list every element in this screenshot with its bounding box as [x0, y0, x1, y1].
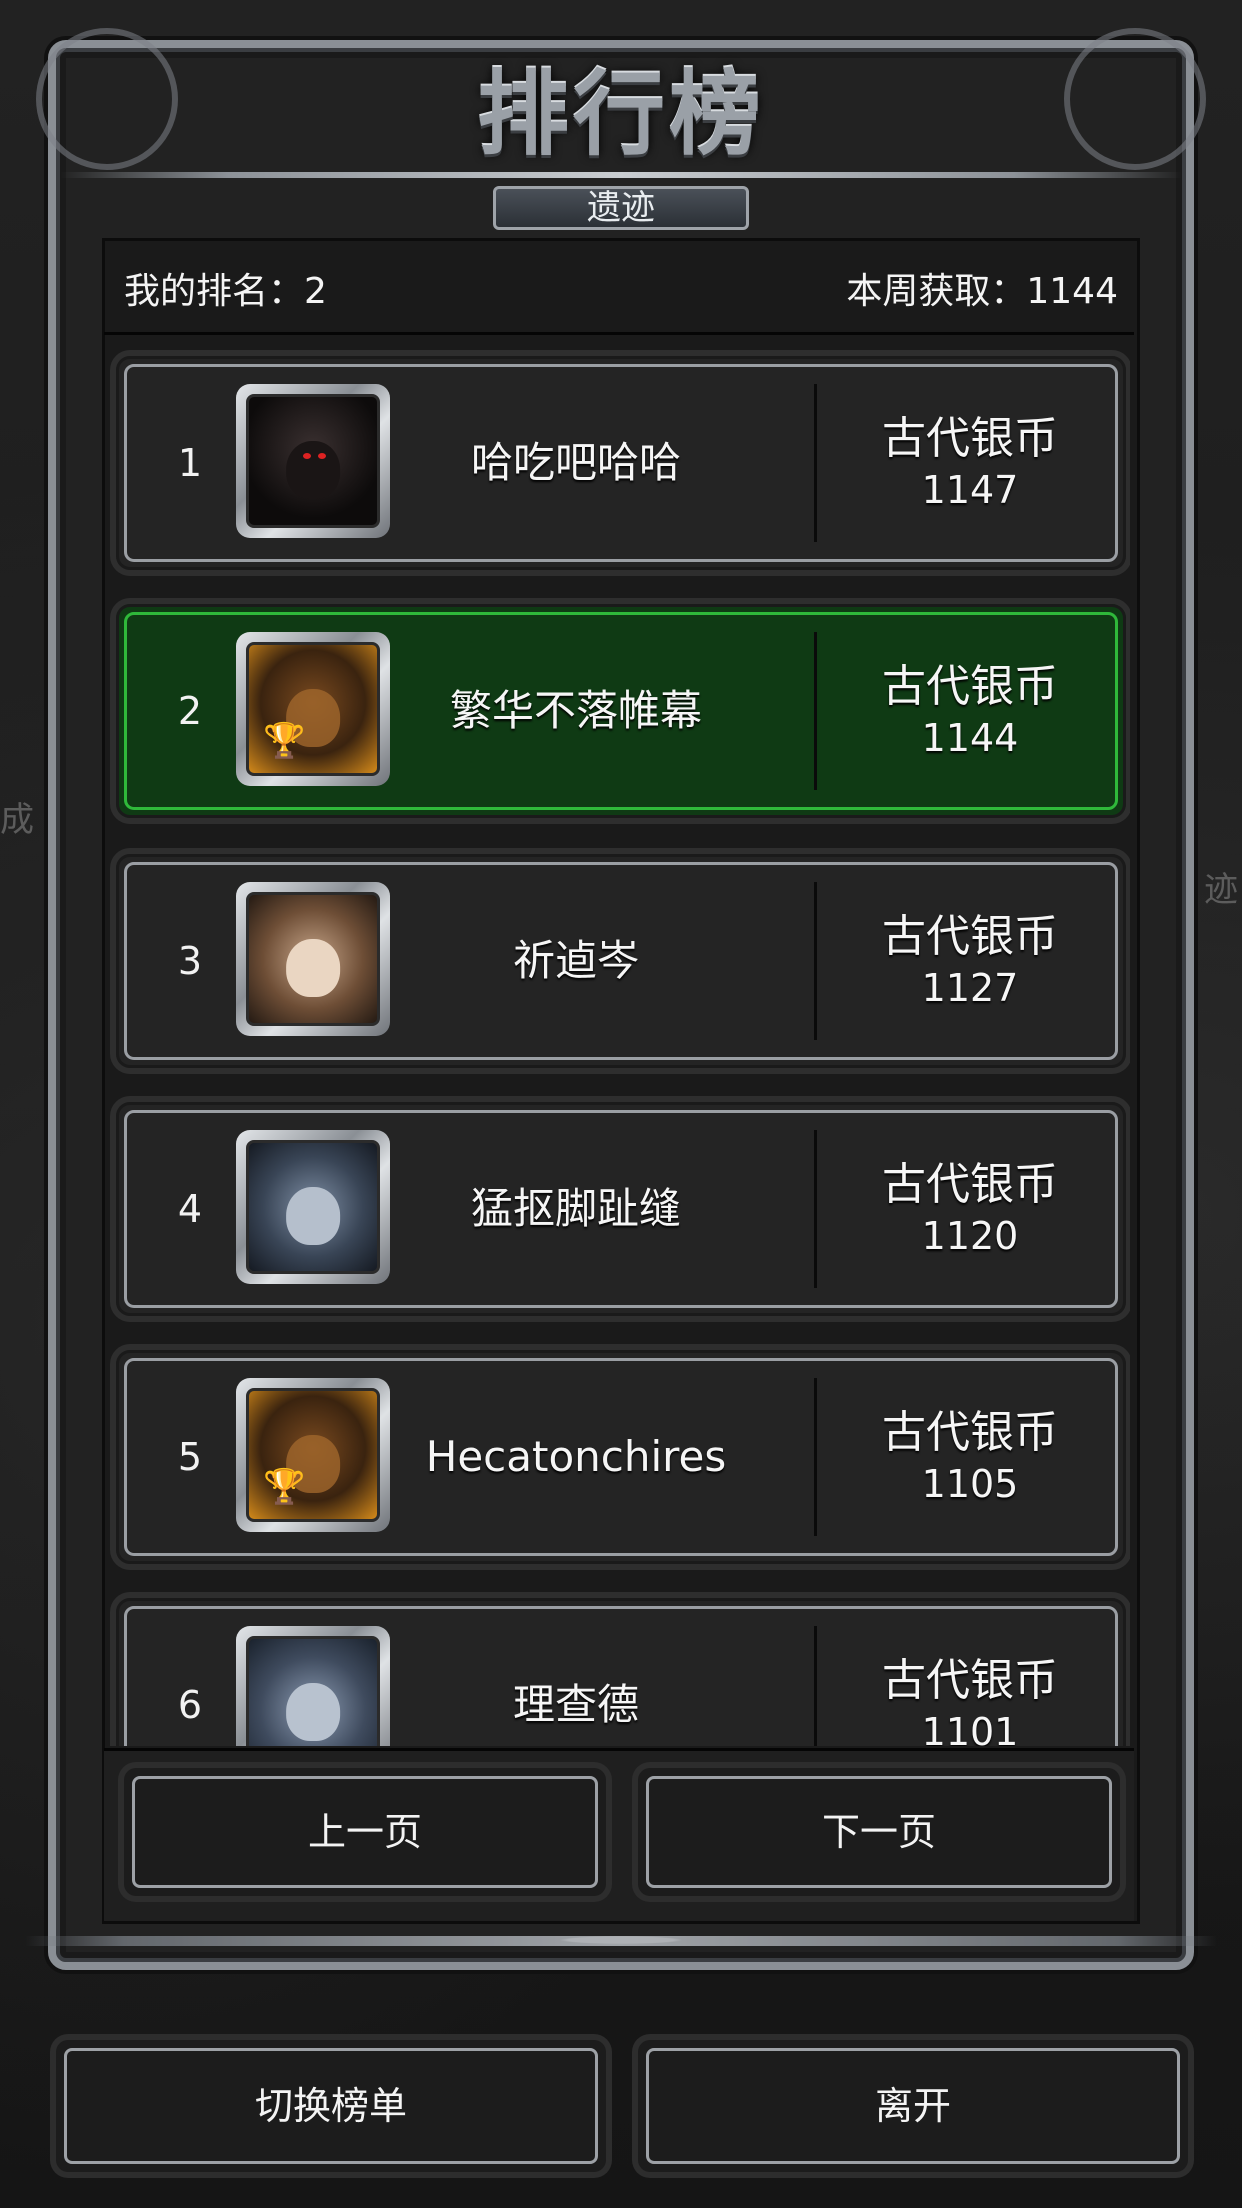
currency-label: 古代银币: [882, 1655, 1058, 1706]
leave-button[interactable]: 离开: [638, 2040, 1188, 2172]
avatar-frame[interactable]: [236, 384, 390, 538]
row-divider: [814, 384, 817, 542]
rank-number: 1: [177, 441, 203, 485]
avatar-frame[interactable]: [236, 882, 390, 1036]
row-divider: [814, 1378, 817, 1536]
rank-number: 4: [177, 1187, 203, 1231]
header-divider: [104, 332, 1134, 335]
demon-woman-avatar: [246, 1140, 380, 1274]
player-name: 猛抠脚趾缝: [470, 1184, 681, 1233]
chain-ornament-right: [1064, 28, 1206, 170]
prev-page-button[interactable]: 上一页: [124, 1768, 606, 1896]
score-value: 1105: [921, 1462, 1019, 1506]
rank-number: 6: [177, 1683, 203, 1727]
avatar-frame[interactable]: 🏆: [236, 1378, 390, 1532]
currency-label: 古代银币: [882, 661, 1058, 712]
row-divider: [814, 882, 817, 1040]
ranking-row[interactable]: 5 🏆 Hecatonchires 古代银币 1105: [116, 1350, 1126, 1564]
hooded-woman-avatar: [246, 1636, 380, 1746]
hooded-rogue-trophy-avatar: 🏆: [246, 642, 380, 776]
page-title: 排行榜: [476, 61, 765, 168]
bottom-ornament: [0, 1900, 1242, 1980]
ranking-row[interactable]: 3 祈逌岑 古代银币 1127: [116, 854, 1126, 1068]
title-banner: 排行榜: [361, 40, 881, 200]
ranking-row[interactable]: 6 理查德 古代银币 1101: [116, 1598, 1126, 1746]
dark-hooded-figure-avatar: [246, 394, 380, 528]
background-text-right: 迹: [1204, 870, 1238, 910]
score-value: 1144: [921, 716, 1019, 760]
row-divider: [814, 1626, 817, 1746]
background-text-left: 成: [0, 800, 34, 840]
currency-label: 古代银币: [882, 1407, 1058, 1458]
hooded-rogue-trophy-avatar: 🏆: [246, 1388, 380, 1522]
ranking-list[interactable]: 1 哈吃吧哈哈 古代银币 1147 2 🏆 繁华不落帷幕 古代银币 1144 3…: [110, 346, 1130, 1746]
avatar-frame[interactable]: 🏆: [236, 632, 390, 786]
score-value: 1127: [921, 966, 1019, 1010]
row-divider: [814, 1130, 817, 1288]
rank-number: 3: [177, 939, 203, 983]
currency-label: 古代银币: [882, 413, 1058, 464]
player-name: 理查德: [512, 1680, 639, 1729]
week-gain-label: 本周获取：1144: [846, 271, 1118, 312]
player-name: 哈吃吧哈哈: [470, 438, 681, 487]
score-value: 1101: [921, 1710, 1019, 1746]
rank-number: 2: [177, 689, 203, 733]
score-value: 1120: [921, 1214, 1019, 1258]
nun-portrait-avatar: [246, 892, 380, 1026]
switch-board-button[interactable]: 切换榜单: [56, 2040, 606, 2172]
currency-label: 古代银币: [882, 1159, 1058, 1210]
ranking-row[interactable]: 1 哈吃吧哈哈 古代银币 1147: [116, 356, 1126, 570]
player-name: Hecatonchires: [425, 1432, 727, 1481]
chain-ornament-left: [36, 28, 178, 170]
ranking-row-self[interactable]: 2 🏆 繁华不落帷幕 古代银币 1144: [116, 604, 1126, 818]
ranking-row[interactable]: 4 猛抠脚趾缝 古代银币 1120: [116, 1102, 1126, 1316]
my-rank-label: 我的排名：2: [124, 271, 327, 312]
next-page-button[interactable]: 下一页: [638, 1768, 1120, 1896]
player-name: 繁华不落帷幕: [449, 686, 702, 735]
trophy-icon: 🏆: [263, 721, 306, 761]
player-name: 祈逌岑: [512, 936, 639, 985]
score-value: 1147: [921, 468, 1019, 512]
avatar-frame[interactable]: [236, 1626, 390, 1746]
row-divider: [814, 632, 817, 790]
trophy-icon: 🏆: [263, 1467, 306, 1507]
tab-ruins[interactable]: 遗迹: [493, 186, 749, 230]
currency-label: 古代银币: [882, 911, 1058, 962]
avatar-frame[interactable]: [236, 1130, 390, 1284]
rank-number: 5: [177, 1435, 203, 1479]
